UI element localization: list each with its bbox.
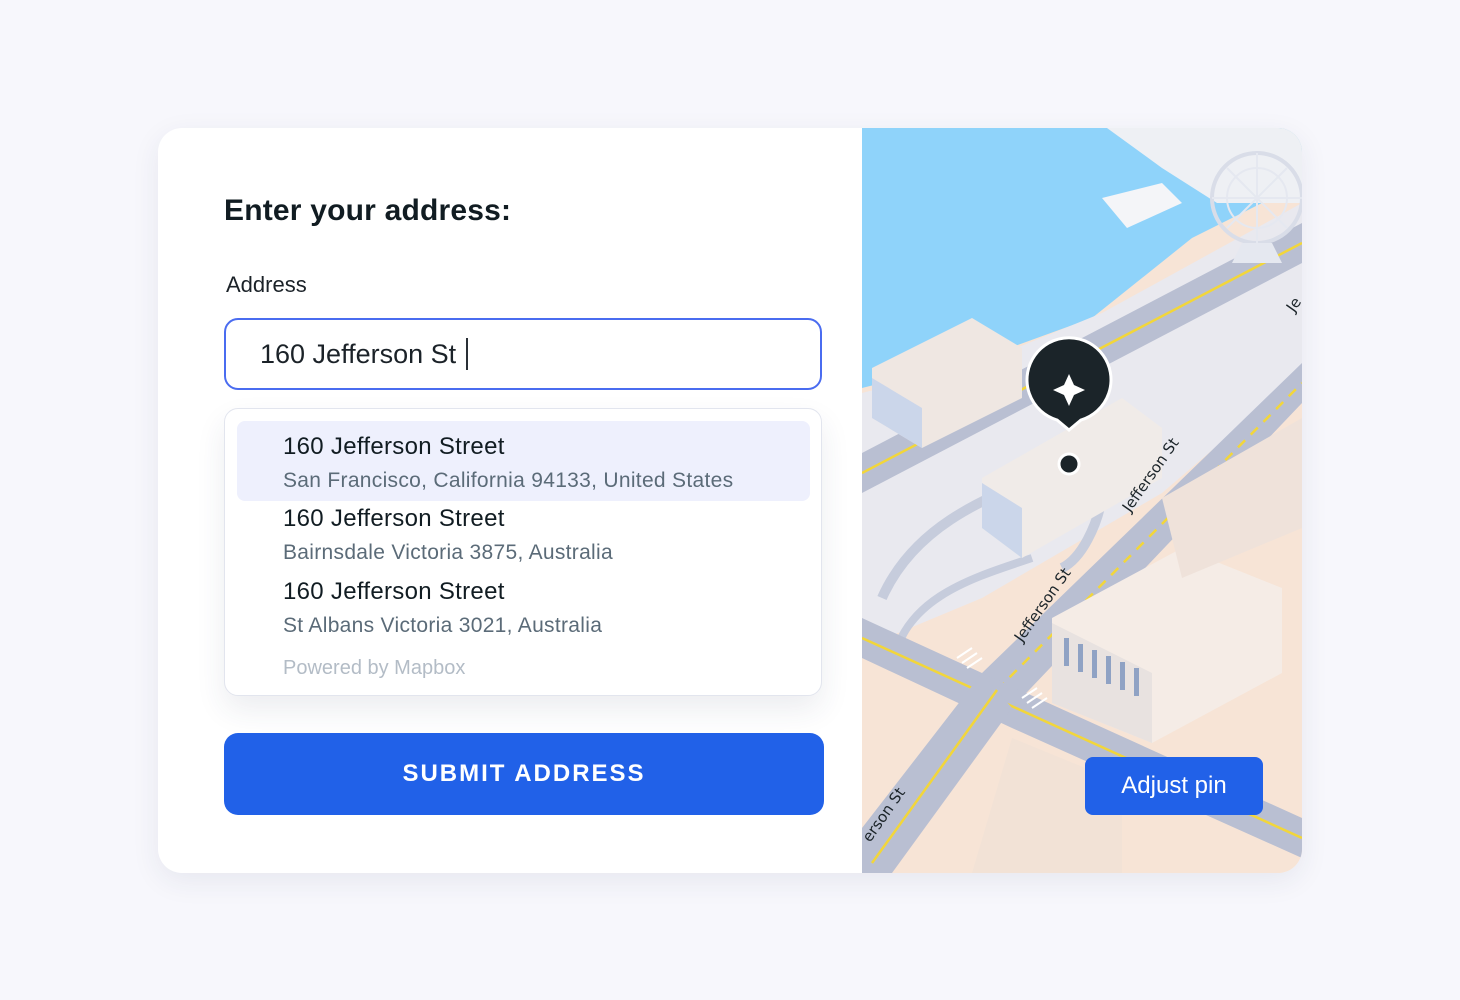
suggestion-subtitle: St Albans Victoria 3021, Australia	[283, 614, 603, 637]
address-form: Enter your address: Address 160 Jefferso…	[158, 128, 862, 873]
suggestion-item[interactable]: 160 Jefferson Street Bairnsdale Victoria…	[237, 493, 810, 573]
suggestion-title: 160 Jefferson Street	[283, 505, 505, 532]
form-heading: Enter your address:	[224, 194, 512, 227]
suggestion-subtitle: San Francisco, California 94133, United …	[283, 469, 734, 492]
text-cursor	[466, 338, 469, 370]
map-view[interactable]: Jefferson St Jefferson St erson St Je Ad…	[862, 128, 1302, 873]
adjust-pin-button[interactable]: Adjust pin	[1085, 757, 1263, 815]
suggestion-item[interactable]: 160 Jefferson Street St Albans Victoria …	[237, 566, 810, 646]
address-label: Address	[226, 272, 307, 297]
address-card: Enter your address: Address 160 Jefferso…	[158, 128, 1302, 873]
suggestion-item[interactable]: 160 Jefferson Street San Francisco, Cali…	[237, 421, 810, 501]
suggestions-dropdown: 160 Jefferson Street San Francisco, Cali…	[224, 408, 822, 696]
submit-address-button[interactable]: SUBMIT ADDRESS	[224, 733, 824, 815]
suggestion-subtitle: Bairnsdale Victoria 3875, Australia	[283, 541, 613, 564]
suggestion-title: 160 Jefferson Street	[283, 433, 505, 460]
address-input-value: 160 Jefferson St	[260, 338, 457, 369]
suggestion-title: 160 Jefferson Street	[283, 578, 505, 605]
powered-by-mapbox: Powered by Mapbox	[283, 657, 466, 679]
address-input[interactable]: 160 Jefferson St	[224, 318, 822, 390]
